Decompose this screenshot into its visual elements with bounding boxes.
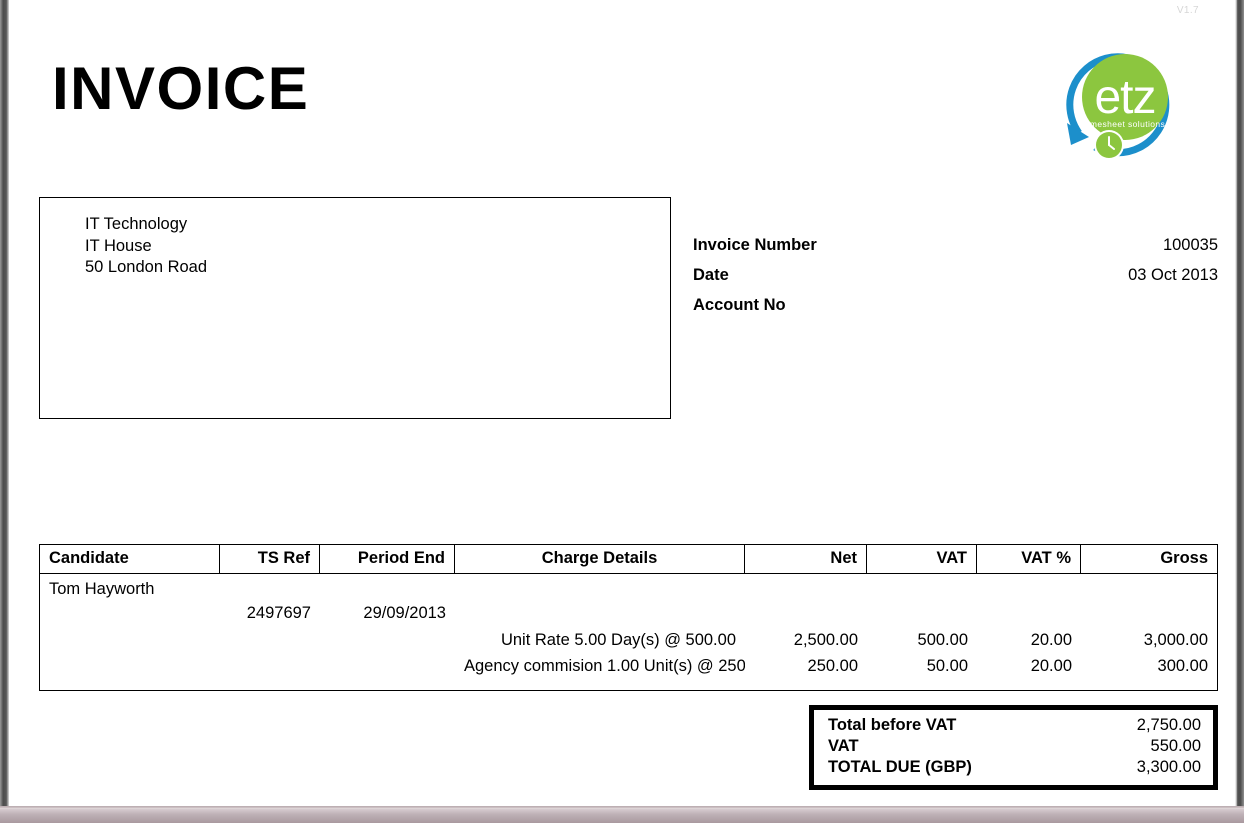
cell-charge-details: Agency commision 1.00 Unit(s) @ 250.00 [464, 657, 745, 675]
invoice-number-label: Invoice Number [693, 236, 817, 254]
cell-vat-percent: 20.00 [1030, 657, 1072, 675]
cell-net: 250.00 [807, 657, 858, 675]
cell-gross [1081, 574, 1217, 600]
cell-period-end: 29/09/2013 [363, 604, 446, 622]
table-body: Tom Hayworth 2497697 29/09/2013 Unit Rat… [40, 574, 1217, 690]
cell-net [745, 600, 867, 627]
cell-candidate [40, 653, 220, 684]
invoice-page: V1.7 INVOICE etz timesheet solutions IT … [9, 0, 1236, 806]
cell-vat: 500.00 [917, 631, 968, 649]
etz-logo: etz timesheet solutions [1057, 37, 1189, 169]
version-label: V1.7 [1176, 5, 1199, 16]
address-line: IT Technology [85, 215, 188, 233]
invoice-meta: Invoice Number 100035 Date 03 Oct 2013 A… [693, 236, 1218, 326]
account-no-label: Account No [693, 296, 786, 314]
total-due-value: 3,300.00 [1136, 758, 1201, 776]
invoice-number-row: Invoice Number 100035 [693, 236, 1218, 255]
cell-vat [867, 600, 977, 627]
cell-net [745, 574, 867, 600]
viewer-right-edge [1236, 0, 1244, 823]
viewer-bottom-edge [0, 806, 1244, 823]
cell-period-end [320, 653, 455, 684]
cell-gross: 300.00 [1157, 657, 1208, 675]
cell-candidate: Tom Hayworth [49, 580, 155, 598]
cell-vat-percent: 20.00 [1030, 631, 1072, 649]
invoice-date-label: Date [693, 266, 729, 284]
cell-vat-percent [977, 600, 1081, 627]
invoice-number-value: 100035 [1162, 236, 1218, 254]
table-row: 2497697 29/09/2013 [40, 600, 1217, 627]
address-line: 50 London Road [85, 258, 208, 276]
document-viewer: V1.7 INVOICE etz timesheet solutions IT … [0, 0, 1244, 823]
total-due-label: TOTAL DUE (GBP) [828, 758, 972, 776]
cell-gross [1081, 600, 1217, 627]
page-title: INVOICE [52, 55, 310, 122]
column-header-gross: Gross [1160, 549, 1208, 567]
line-items-table: Candidate TS Ref Period End Charge Detai… [39, 544, 1218, 691]
cell-ts-ref [220, 574, 320, 600]
viewer-left-edge [0, 0, 9, 823]
cell-charge-details: Unit Rate 5.00 Day(s) @ 500.00 [500, 631, 736, 649]
logo-wordmark: etz [1094, 71, 1155, 124]
vat-total-row: VAT 550.00 [814, 736, 1213, 757]
cell-period-end [320, 627, 455, 653]
total-due-row: TOTAL DUE (GBP) 3,300.00 [814, 757, 1213, 778]
vat-total-value: 550.00 [1150, 737, 1201, 755]
column-header-vat-percent: VAT % [977, 545, 1081, 573]
account-no-row: Account No [693, 296, 1218, 315]
vat-total-label: VAT [828, 737, 859, 755]
invoice-date-row: Date 03 Oct 2013 [693, 266, 1218, 285]
cell-candidate [40, 600, 220, 627]
table-row: Tom Hayworth [40, 574, 1217, 600]
billing-address-box: IT Technology IT House 50 London Road [39, 197, 671, 419]
cell-vat-percent [977, 574, 1081, 600]
cell-ts-ref [220, 627, 320, 653]
cell-gross: 3,000.00 [1143, 631, 1208, 649]
table-row: Unit Rate 5.00 Day(s) @ 500.00 2,500.00 … [40, 627, 1217, 653]
column-header-net: Net [745, 545, 867, 573]
column-header-charge-details: Charge Details [455, 545, 745, 573]
cell-ts-ref: 2497697 [246, 604, 311, 622]
total-before-vat-label: Total before VAT [828, 716, 957, 734]
address-line: IT House [85, 236, 152, 255]
etz-logo-svg: etz timesheet solutions [1066, 53, 1170, 160]
invoice-date-value: 03 Oct 2013 [1128, 266, 1218, 284]
cell-period-end [320, 574, 455, 600]
cell-vat [867, 574, 977, 600]
totals-box: Total before VAT 2,750.00 VAT 550.00 TOT… [809, 705, 1218, 790]
table-header-row: Candidate TS Ref Period End Charge Detai… [40, 545, 1217, 574]
cell-charge-details [455, 574, 745, 600]
cell-charge-details [455, 600, 745, 627]
total-before-vat-value: 2,750.00 [1136, 716, 1201, 734]
column-header-period-end: Period End [320, 545, 455, 573]
cell-ts-ref [220, 653, 320, 684]
total-before-vat-row: Total before VAT 2,750.00 [814, 715, 1213, 736]
logo-tagline: timesheet solutions [1085, 119, 1165, 129]
table-row: Agency commision 1.00 Unit(s) @ 250.00 2… [40, 653, 1217, 684]
cell-candidate [40, 627, 220, 653]
column-header-vat: VAT [867, 545, 977, 573]
column-header-ts-ref: TS Ref [220, 545, 320, 573]
viewer-background-strip [0, 809, 1244, 823]
cell-vat: 50.00 [926, 657, 968, 675]
cell-net: 2,500.00 [793, 631, 858, 649]
column-header-candidate: Candidate [40, 545, 220, 573]
